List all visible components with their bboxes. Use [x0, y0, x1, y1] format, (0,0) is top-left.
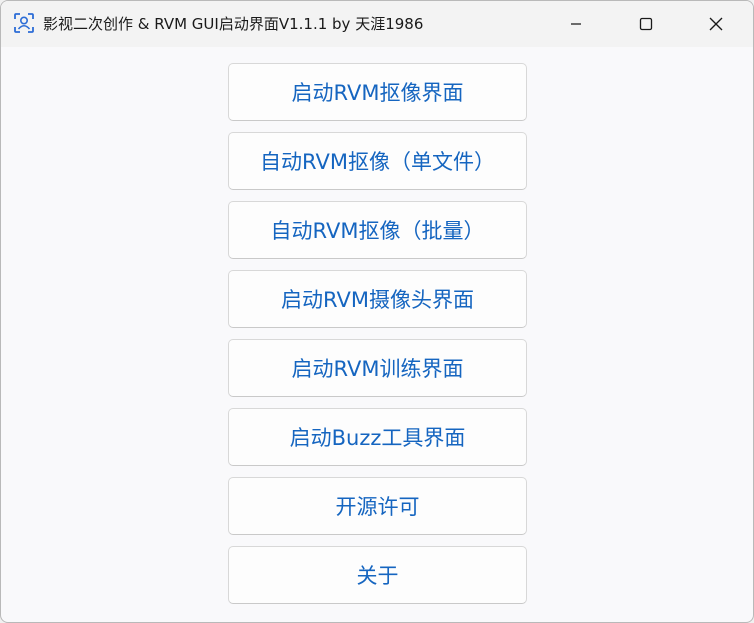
- title-bar[interactable]: 影视二次创作 & RVM GUI启动界面V1.1.1 by 天涯1986: [1, 1, 753, 47]
- launch-rvm-camera-button[interactable]: 启动RVM摄像头界面: [228, 270, 527, 328]
- window-title: 影视二次创作 & RVM GUI启动界面V1.1.1 by 天涯1986: [43, 15, 424, 33]
- close-button[interactable]: [681, 1, 751, 47]
- minimize-icon: [570, 18, 582, 30]
- face-scan-icon: [13, 12, 35, 34]
- launch-rvm-matting-button[interactable]: 启动RVM抠像界面: [228, 63, 527, 121]
- open-source-license-button[interactable]: 开源许可: [228, 477, 527, 535]
- launch-rvm-training-button[interactable]: 启动RVM训练界面: [228, 339, 527, 397]
- button-panel: 启动RVM抠像界面 自动RVM抠像（单文件） 自动RVM抠像（批量） 启动RVM…: [1, 47, 753, 622]
- app-window: 影视二次创作 & RVM GUI启动界面V1.1.1 by 天涯1986 启动R…: [0, 0, 754, 623]
- close-icon: [709, 17, 723, 31]
- auto-rvm-matting-batch-button[interactable]: 自动RVM抠像（批量）: [228, 201, 527, 259]
- auto-rvm-matting-single-button[interactable]: 自动RVM抠像（单文件）: [228, 132, 527, 190]
- launch-buzz-tool-button[interactable]: 启动Buzz工具界面: [228, 408, 527, 466]
- minimize-button[interactable]: [541, 1, 611, 47]
- maximize-icon: [639, 17, 653, 31]
- about-button[interactable]: 关于: [228, 546, 527, 604]
- maximize-button[interactable]: [611, 1, 681, 47]
